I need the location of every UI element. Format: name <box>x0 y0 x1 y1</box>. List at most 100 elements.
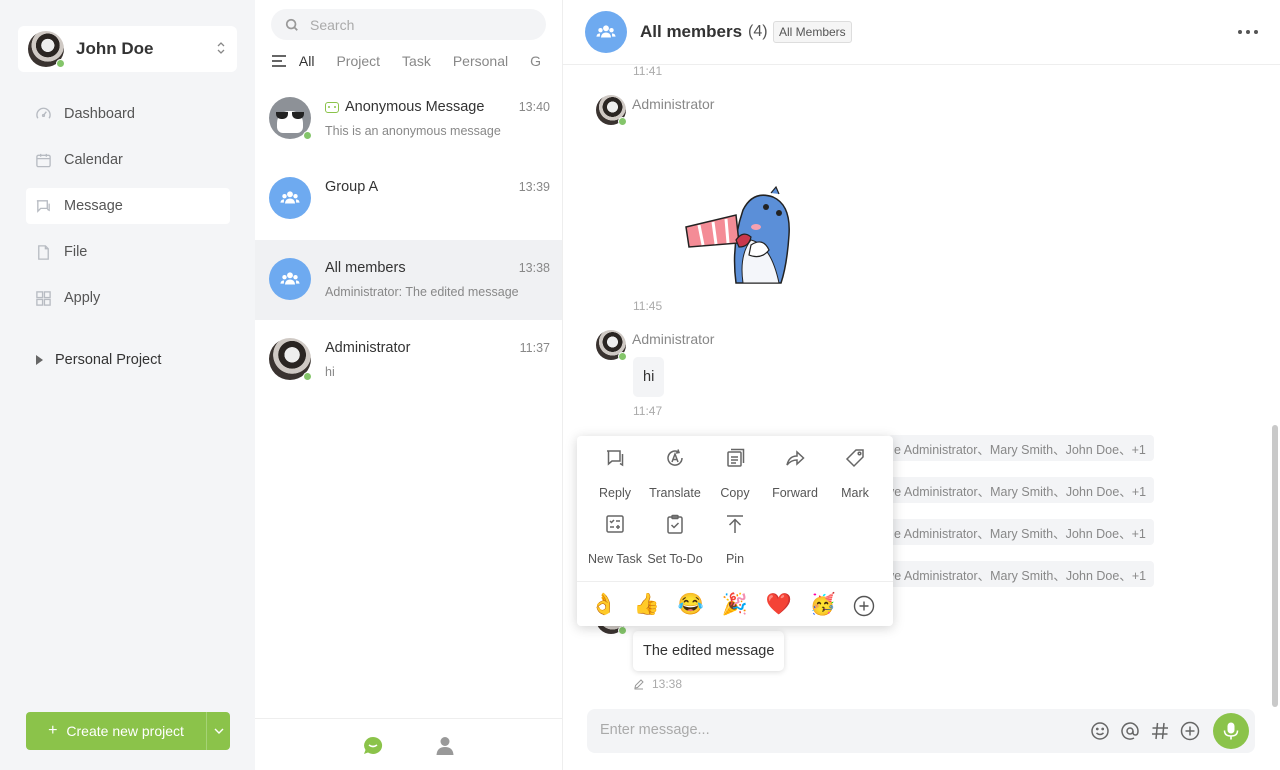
translate-icon <box>664 448 686 470</box>
nav-item-label: Dashboard <box>64 106 135 122</box>
party-popper-emoji[interactable]: 🎉 <box>720 590 750 620</box>
nav-item-label: Calendar <box>64 152 123 168</box>
sticker-image[interactable] <box>681 185 796 285</box>
search-input[interactable] <box>310 16 520 33</box>
search-box[interactable] <box>271 9 546 40</box>
online-status-dot <box>303 372 312 381</box>
mark-action[interactable]: Mark <box>825 436 885 500</box>
message-bubble-selected[interactable]: The edited message <box>633 631 785 671</box>
filter-personal[interactable]: Personal <box>453 53 508 69</box>
calendar-icon <box>35 152 52 169</box>
conversation-list: All Project Task Personal G Anonymous Me… <box>255 0 563 770</box>
conversation-time: 13:39 <box>518 180 550 194</box>
partying-face-emoji[interactable]: 🥳 <box>808 590 838 620</box>
search-icon <box>285 18 298 31</box>
user-switcher[interactable]: John Doe <box>18 26 237 72</box>
clipboard-check-icon <box>664 514 686 536</box>
filter-task[interactable]: Task <box>402 53 431 69</box>
create-project-button[interactable]: + Create new project <box>26 712 206 750</box>
user-name: John Doe <box>76 39 154 58</box>
administrator-avatar <box>269 338 312 381</box>
message-time: 11:41 <box>633 64 663 78</box>
administrator-avatar[interactable] <box>596 95 627 126</box>
conversation-time: 11:37 <box>519 341 550 355</box>
message-author: Administrator <box>632 96 715 112</box>
nav-item-file[interactable]: File <box>26 234 230 270</box>
forward-icon <box>784 448 806 470</box>
emoji-reactions: 👌 👍 😂 🎉 ❤️ 🥳 <box>587 590 887 620</box>
pin-to-top-icon <box>724 514 746 536</box>
ok-hand-emoji[interactable]: 👌 <box>589 590 619 620</box>
message-bubble[interactable]: hi <box>633 357 665 397</box>
thumbs-up-emoji[interactable]: 👍 <box>632 590 662 620</box>
emoji-icon[interactable] <box>1090 721 1110 741</box>
create-project-button-group: + Create new project <box>26 712 230 750</box>
sidebar: John Doe Dashboard Calendar Message File… <box>0 0 255 770</box>
message-context-menu: Reply Translate Copy Forward Mark New Ta… <box>577 436 893 626</box>
chat-scrollbar[interactable] <box>1272 425 1278 707</box>
personal-project-toggle[interactable]: Personal Project <box>36 352 161 368</box>
hashtag-icon[interactable] <box>1150 721 1170 741</box>
conversation-preview: hi <box>325 365 335 379</box>
nav-item-calendar[interactable]: Calendar <box>26 142 230 178</box>
translate-action[interactable]: Translate <box>645 436 705 500</box>
filter-project[interactable]: Project <box>336 53 380 69</box>
message-text: hi <box>643 369 655 385</box>
pin-action[interactable]: Pin <box>705 502 765 566</box>
read-receipt[interactable]: e Administrator、Mary Smith、John Doe、+1 <box>888 435 1154 461</box>
conversation-item-administrator[interactable]: Administrator 11:37 hi <box>255 320 562 400</box>
copy-icon <box>724 448 746 470</box>
filter-all[interactable]: All <box>299 53 315 69</box>
copy-action[interactable]: Copy <box>705 436 765 500</box>
message-author: Administrator <box>632 331 715 347</box>
message-icon <box>35 198 52 215</box>
anonymous-avatar <box>269 97 312 140</box>
administrator-avatar[interactable] <box>596 330 627 361</box>
group-icon <box>280 191 300 204</box>
action-label: Pin <box>725 552 745 566</box>
add-reaction-icon[interactable] <box>853 595 875 617</box>
menu-icon[interactable] <box>272 55 286 67</box>
chevron-updown-icon <box>217 41 225 57</box>
contacts-tab-icon[interactable] <box>434 735 456 757</box>
chat-header: All members (4) All Members <box>563 0 1280 65</box>
conversation-name: Anonymous Message <box>345 99 485 115</box>
message-composer <box>587 709 1255 753</box>
set-todo-action[interactable]: Set To-Do <box>645 502 705 566</box>
more-options-icon[interactable] <box>1238 30 1258 34</box>
message-text: The edited message <box>643 643 775 659</box>
read-receipt[interactable]: ve Administrator、Mary Smith、John Doe、+1 <box>882 477 1155 503</box>
nav-item-label: File <box>64 244 88 260</box>
create-project-dropdown[interactable] <box>206 712 230 750</box>
file-icon <box>35 244 52 261</box>
online-status-dot <box>618 352 627 361</box>
forward-action[interactable]: Forward <box>765 436 825 500</box>
message-input[interactable] <box>600 722 1070 738</box>
tag-icon <box>844 448 866 470</box>
conversation-item-group-a[interactable]: Group A 13:39 <box>255 159 562 239</box>
conversation-time: 13:38 <box>518 261 550 275</box>
online-status-dot <box>618 117 627 126</box>
group-avatar[interactable] <box>585 11 627 53</box>
online-status-dot <box>618 626 627 635</box>
nav-item-dashboard[interactable]: Dashboard <box>26 96 230 132</box>
new-task-action[interactable]: New Task <box>585 502 645 566</box>
reply-action[interactable]: Reply <box>585 436 645 500</box>
read-receipt[interactable]: e Administrator、Mary Smith、John Doe、+1 <box>888 519 1154 545</box>
mention-icon[interactable] <box>1120 721 1140 741</box>
apply-icon <box>35 290 52 307</box>
nav-item-message[interactable]: Message <box>26 188 230 224</box>
chat-tab-icon[interactable] <box>362 735 384 757</box>
add-attachment-icon[interactable] <box>1180 721 1200 741</box>
conversation-item-all-members[interactable]: All members 13:38 Administrator: The edi… <box>255 240 562 320</box>
nav-item-apply[interactable]: Apply <box>26 280 230 316</box>
laughing-emoji[interactable]: 😂 <box>676 590 706 620</box>
filter-group[interactable]: G <box>530 53 541 69</box>
heart-emoji[interactable]: ❤️ <box>764 590 794 620</box>
nav-item-label: Message <box>64 198 123 214</box>
voice-input-button[interactable] <box>1213 713 1249 749</box>
read-receipt[interactable]: ve Administrator、Mary Smith、John Doe、+1 <box>882 561 1155 587</box>
conversation-item-anonymous[interactable]: Anonymous Message 13:40 This is an anony… <box>255 79 562 159</box>
group-icon <box>596 25 616 38</box>
conversation-name: All members <box>325 260 406 276</box>
